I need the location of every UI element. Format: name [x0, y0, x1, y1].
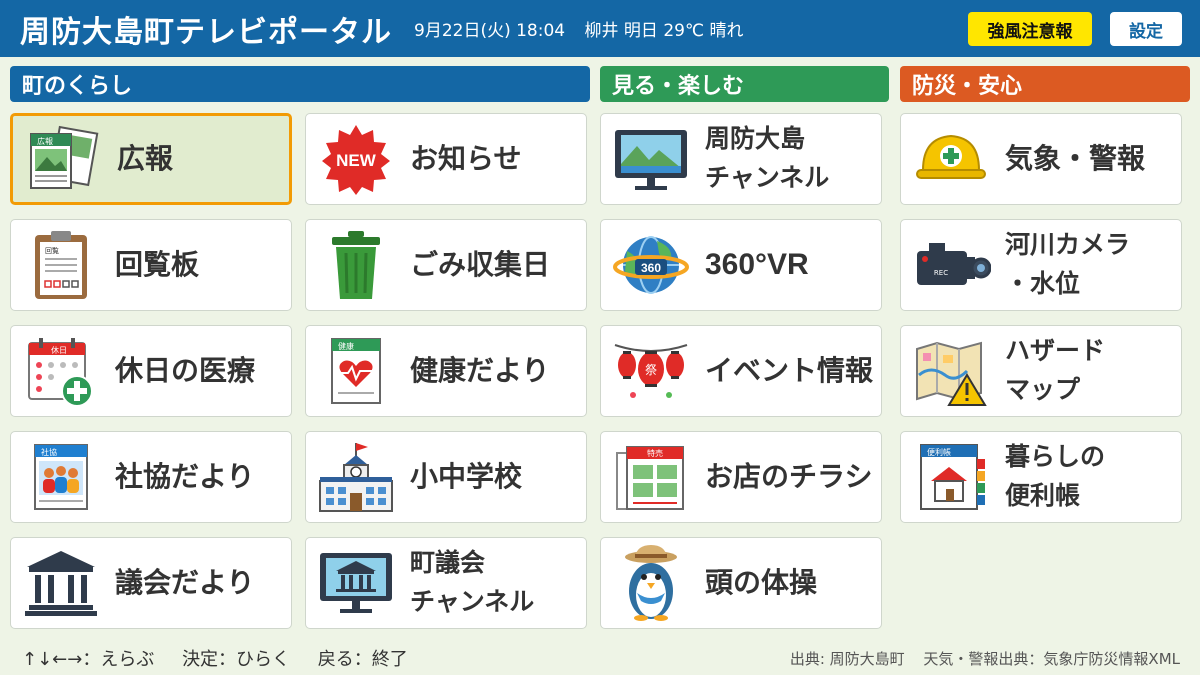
svg-text:健康: 健康: [338, 341, 354, 351]
key-guide-nav: ↑↓←→：えらぶ: [22, 649, 155, 670]
source-credits: 出典: 周防大島町 天気・警報出典：気象庁防災情報XML: [776, 648, 1180, 669]
assembly-tv-icon: [316, 548, 396, 618]
tile-label: お店のチラシ: [705, 460, 873, 494]
health-newsletter-icon: 健康: [316, 336, 396, 406]
svg-text:休日: 休日: [51, 345, 67, 355]
tile-kenkou[interactable]: 健康 健康だより: [305, 325, 587, 417]
social-welfare-icon: 社協: [21, 442, 101, 512]
header-meta: 9月22日(火) 18:04 柳井 明日 29℃ 晴れ: [414, 16, 757, 41]
tile-label: 町議会 チャンネル: [410, 548, 535, 616]
tile-label: 暮らしの 便利帳: [1005, 442, 1106, 510]
tile-label: 河川カメラ ・水位: [1005, 230, 1131, 298]
tile-gakkou[interactable]: 小中学校: [305, 431, 587, 523]
datetime: 9月22日(火) 18:04: [414, 21, 566, 41]
weather-alert-badge[interactable]: 強風注意報: [968, 12, 1092, 46]
trash-can-icon: [316, 230, 396, 300]
tile-label: 健康だより: [410, 354, 550, 388]
svg-text:社協: 社協: [41, 447, 57, 457]
calendar-medical-icon: 休日: [21, 336, 101, 407]
handbook-icon: 便利帳: [911, 442, 991, 512]
settings-button[interactable]: 設定: [1110, 12, 1182, 46]
new-badge-icon: NEW: [316, 124, 396, 195]
tile-label: 議会だより: [115, 566, 255, 600]
lantern-icon: 祭: [611, 336, 691, 406]
helmet-icon: [911, 124, 991, 194]
tile-chirashi[interactable]: 特売 お店のチラシ: [600, 431, 882, 523]
tile-label: 360°VR: [705, 247, 809, 281]
tile-label: 広報: [117, 142, 174, 176]
tile-event[interactable]: 祭 イベント情報: [600, 325, 882, 417]
source-town: 出典: 周防大島町: [789, 650, 905, 668]
tile-label: 周防大島 チャンネル: [705, 124, 830, 192]
tile-taisou[interactable]: 頭の体操: [600, 537, 882, 629]
tile-label: 回覧板: [115, 248, 200, 282]
tile-label: ごみ収集日: [410, 248, 551, 282]
category-life: 町のくらし: [10, 66, 590, 102]
tile-channel[interactable]: 周防大島 チャンネル: [600, 113, 882, 205]
tile-label: お知らせ: [410, 142, 522, 176]
clipboard-icon: 回覧: [21, 230, 101, 300]
tile-gomi[interactable]: ごみ収集日: [305, 219, 587, 311]
tile-gikai[interactable]: 議会だより: [10, 537, 292, 629]
tile-shakyo[interactable]: 社協 社協だより: [10, 431, 292, 523]
svg-text:特売: 特売: [647, 448, 663, 458]
tile-label: 休日の医療: [115, 354, 256, 388]
svg-text:NEW: NEW: [336, 151, 377, 170]
weather-forecast: 柳井 明日 29℃ 晴れ: [584, 21, 744, 41]
key-guide-enter: 決定：ひらく: [182, 649, 291, 670]
tile-label: 頭の体操: [705, 566, 818, 600]
tile-label: 小中学校: [410, 460, 523, 494]
tile-label: ハザード マップ: [1005, 336, 1106, 404]
tile-kishou[interactable]: 気象・警報: [900, 113, 1182, 205]
svg-text:祭: 祭: [645, 363, 657, 377]
penguin-mascot-icon: [611, 545, 691, 621]
app-title: 周防大島町テレビポータル: [20, 14, 392, 50]
assembly-building-icon: [21, 548, 101, 618]
category-safety: 防災・安心: [900, 66, 1190, 102]
tile-kouhou[interactable]: 広報 広報: [10, 113, 292, 205]
svg-text:回覧: 回覧: [45, 246, 59, 255]
flyer-icon: 特売: [611, 442, 691, 512]
tile-gikai-channel[interactable]: 町議会 チャンネル: [305, 537, 587, 629]
tile-hazard[interactable]: ハザード マップ: [900, 325, 1182, 417]
hazard-map-icon: [911, 336, 991, 406]
source-weather: 天気・警報出典：気象庁防災情報XML: [923, 650, 1180, 668]
tile-benricho[interactable]: 便利帳 暮らしの 便利帳: [900, 431, 1182, 523]
tile-vr[interactable]: 360 360°VR: [600, 219, 882, 311]
tile-kasen[interactable]: REC 河川カメラ ・水位: [900, 219, 1182, 311]
svg-text:便利帳: 便利帳: [927, 447, 951, 457]
category-enjoy: 見る・楽しむ: [600, 66, 889, 102]
newsletter-icon: 広報: [23, 124, 103, 194]
globe-360-icon: 360: [611, 230, 691, 300]
school-icon: [316, 442, 396, 512]
tile-label: 気象・警報: [1005, 142, 1146, 176]
key-guide-back: 戻る：終了: [317, 649, 408, 670]
tv-icon: [611, 124, 691, 194]
svg-text:360: 360: [641, 261, 661, 275]
svg-text:広報: 広報: [37, 136, 53, 146]
tile-label: イベント情報: [705, 354, 874, 388]
svg-text:REC: REC: [934, 269, 948, 277]
tile-oshirase[interactable]: NEW お知らせ: [305, 113, 587, 205]
video-camera-icon: REC: [911, 230, 991, 300]
tile-kairanban[interactable]: 回覧 回覧板: [10, 219, 292, 311]
key-guide: ↑↓←→：えらぶ 決定：ひらく 戻る：終了: [22, 645, 430, 671]
tile-kyujitsu[interactable]: 休日 休日の医療: [10, 325, 292, 417]
header-bar: 周防大島町テレビポータル 9月22日(火) 18:04 柳井 明日 29℃ 晴れ…: [0, 0, 1200, 57]
tile-label: 社協だより: [115, 460, 255, 494]
